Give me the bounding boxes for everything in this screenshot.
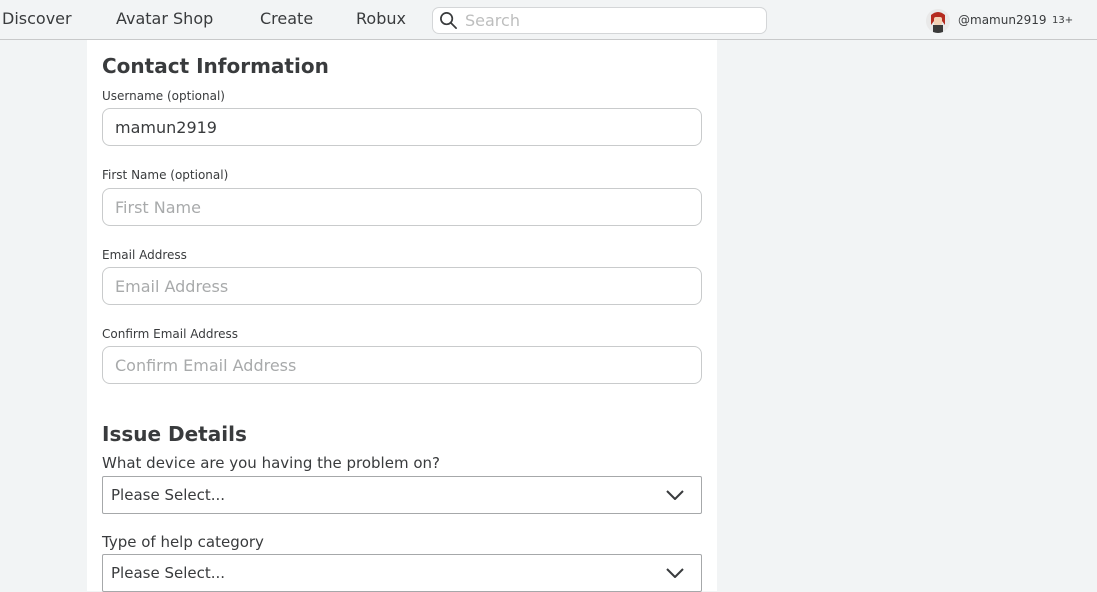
search-box[interactable] bbox=[432, 7, 767, 34]
device-question-label: What device are you having the problem o… bbox=[102, 454, 440, 472]
device-select[interactable]: Please Select... bbox=[102, 476, 702, 514]
first-name-label: First Name (optional) bbox=[102, 168, 229, 182]
chevron-down-icon bbox=[666, 490, 684, 500]
avatar[interactable] bbox=[926, 9, 950, 33]
username-label: Username (optional) bbox=[102, 89, 225, 103]
email-label: Email Address bbox=[102, 248, 187, 262]
email-field[interactable] bbox=[102, 267, 702, 305]
nav-discover[interactable]: Discover bbox=[2, 9, 72, 28]
first-name-field[interactable] bbox=[102, 188, 702, 226]
search-icon bbox=[440, 12, 457, 29]
nav-avatar-shop[interactable]: Avatar Shop bbox=[116, 9, 213, 28]
confirm-email-label: Confirm Email Address bbox=[102, 327, 239, 341]
contact-section-title: Contact Information bbox=[102, 54, 329, 78]
age-badge: 13+ bbox=[1052, 15, 1074, 26]
nav-create[interactable]: Create bbox=[260, 9, 313, 28]
confirm-email-field[interactable] bbox=[102, 346, 702, 384]
category-question-label: Type of help category bbox=[102, 533, 264, 551]
category-select-value: Please Select... bbox=[111, 564, 226, 582]
issue-section-title: Issue Details bbox=[102, 422, 247, 446]
username-label[interactable]: @mamun2919 bbox=[958, 13, 1046, 27]
top-nav-bar: Discover Avatar Shop Create Robux @mamun… bbox=[0, 0, 1097, 40]
nav-robux[interactable]: Robux bbox=[356, 9, 406, 28]
chevron-down-icon bbox=[666, 568, 684, 578]
device-select-value: Please Select... bbox=[111, 486, 226, 504]
username-field[interactable] bbox=[102, 108, 702, 146]
avatar-image bbox=[926, 9, 950, 33]
support-form-panel: Contact Information Username (optional) … bbox=[87, 40, 717, 592]
search-input[interactable] bbox=[465, 10, 755, 31]
category-select[interactable]: Please Select... bbox=[102, 554, 702, 592]
